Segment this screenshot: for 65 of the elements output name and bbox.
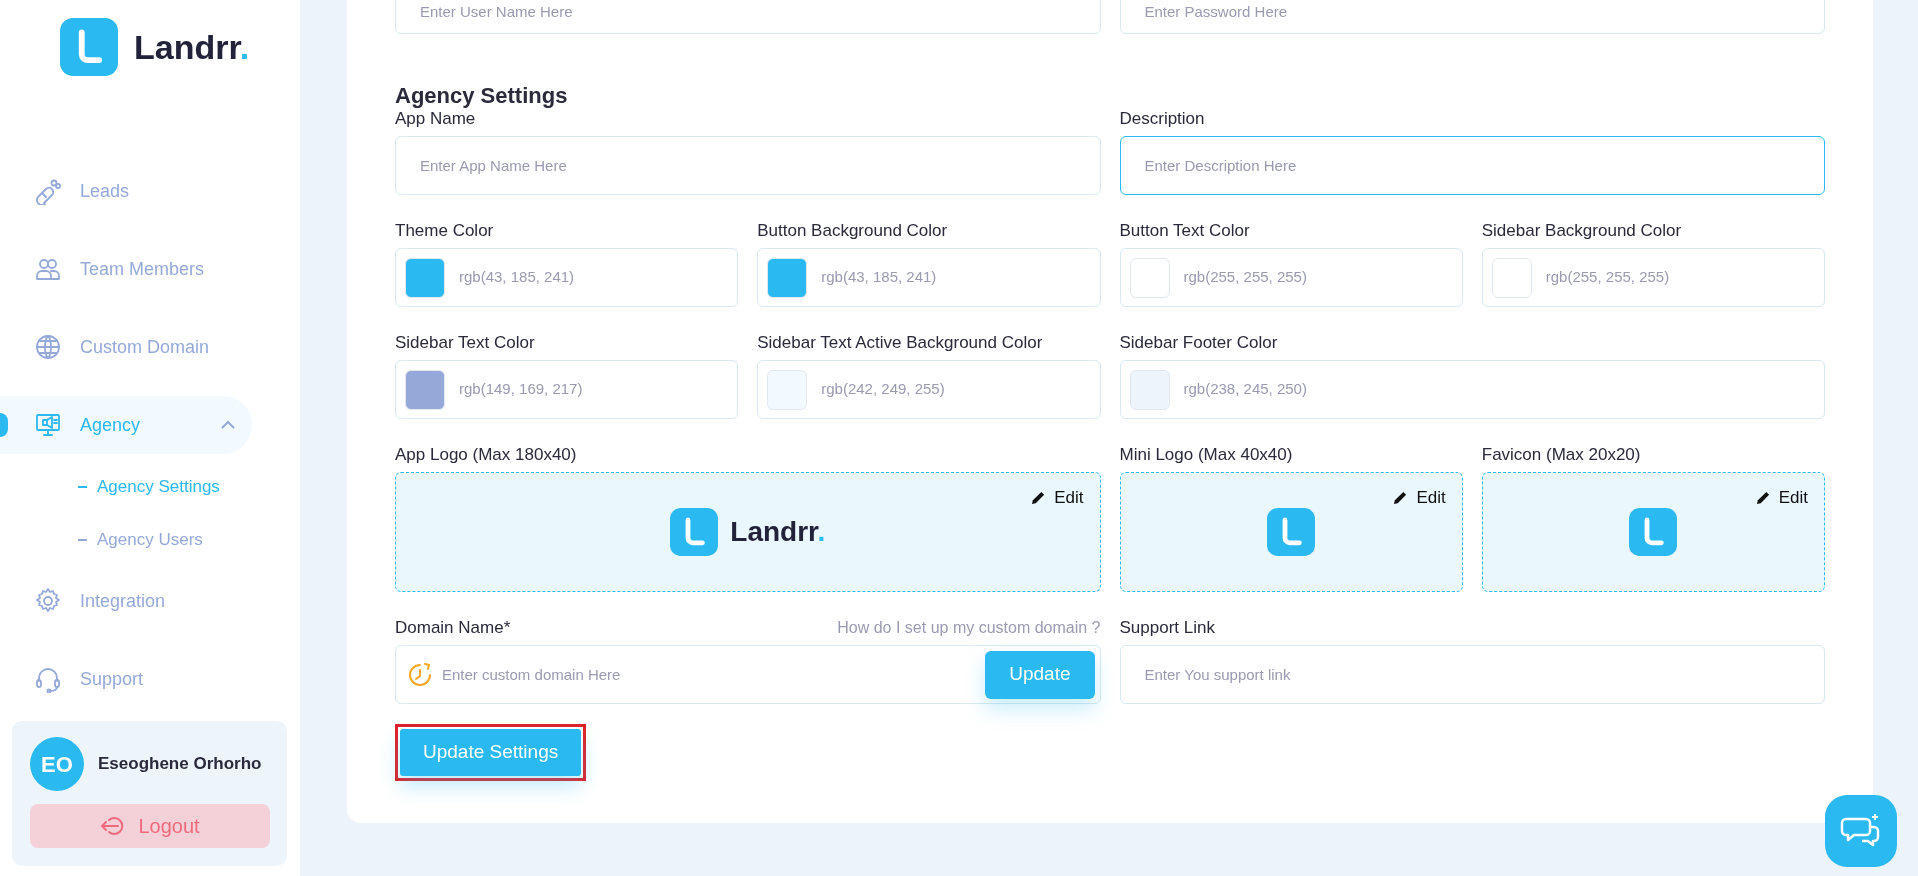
logo-text: Landrr. — [730, 515, 826, 549]
nav-item[interactable]: Agency — [0, 396, 252, 454]
color-input[interactable]: rgb(255, 255, 255) — [1119, 248, 1463, 307]
help-link[interactable]: How do I set up my custom domain ? — [837, 619, 1101, 637]
field-label: Theme Color — [395, 222, 495, 240]
update-settings-button[interactable]: Update Settings — [400, 729, 582, 776]
clock-icon — [406, 660, 434, 689]
domain-input[interactable]: Enter custom domain Here Update — [395, 645, 1101, 704]
logo-icon — [1629, 508, 1678, 556]
edit-button[interactable]: Edit — [1393, 485, 1446, 511]
section-heading: Agency Settings — [395, 82, 569, 110]
globe-icon — [34, 333, 62, 361]
pencil-icon — [1755, 490, 1771, 506]
user-name: Eseoghene Orhorho — [98, 753, 262, 776]
field-label: Sidebar Background Color — [1481, 222, 1683, 240]
field-label: App Logo (Max 180x40) — [395, 446, 578, 464]
headset-icon — [34, 665, 62, 693]
field-label: Favicon (Max 20x20) — [1481, 446, 1642, 464]
field-label: Sidebar Footer Color — [1119, 334, 1279, 352]
color-input[interactable]: rgb(238, 245, 250) — [1119, 360, 1825, 419]
monitor-icon — [34, 411, 62, 439]
logo-icon — [670, 508, 719, 556]
active-indicator — [0, 413, 8, 437]
color-input[interactable]: rgb(149, 169, 217) — [395, 360, 739, 419]
user-avatar: EO — [30, 737, 84, 791]
field-label: Domain Name* — [395, 619, 511, 637]
field-label: Sidebar Text Active Background Color — [757, 334, 1044, 352]
color-value: rgb(255, 255, 255) — [1545, 267, 1670, 288]
logo-icon — [60, 18, 118, 76]
field-label: App Name — [395, 110, 477, 128]
gear-icon — [34, 587, 62, 615]
update-button[interactable]: Update — [985, 650, 1095, 699]
color-value: rgb(242, 249, 255) — [821, 379, 945, 400]
nav-item[interactable]: Support — [0, 650, 252, 708]
color-value: rgb(238, 245, 250) — [1183, 379, 1307, 400]
nav-item[interactable]: Leads — [0, 162, 252, 220]
pencil-icon — [1393, 490, 1409, 506]
chat-button[interactable] — [1825, 795, 1897, 867]
color-input[interactable]: rgb(43, 185, 241) — [395, 248, 739, 307]
edit-button[interactable]: Edit — [1755, 485, 1808, 511]
field-label: Button Background Color — [757, 222, 949, 240]
logo-text: Landrr. — [134, 26, 250, 68]
color-value: rgb(149, 169, 217) — [459, 379, 583, 400]
color-value: rgb(43, 185, 241) — [459, 267, 575, 288]
color-input[interactable]: rgb(242, 249, 255) — [757, 360, 1101, 419]
color-input[interactable]: rgb(255, 255, 255) — [1481, 248, 1825, 307]
field-label: Support Link — [1119, 619, 1216, 637]
nav-item[interactable]: Integration — [0, 572, 252, 630]
logout-icon — [100, 815, 125, 837]
color-value: rgb(255, 255, 255) — [1183, 267, 1307, 288]
nav-item[interactable]: Custom Domain — [0, 318, 252, 376]
color-input[interactable]: rgb(43, 185, 241) — [757, 248, 1101, 307]
edit-button[interactable]: Edit — [1031, 485, 1084, 511]
field-label: Description — [1119, 110, 1206, 128]
logout-button[interactable]: Logout — [30, 804, 270, 848]
submenu-item[interactable]: Agency Settings — [0, 460, 300, 513]
field-label: Mini Logo (Max 40x40) — [1119, 446, 1294, 464]
color-value: rgb(43, 185, 241) — [821, 267, 937, 288]
text-input[interactable]: Enter Description Here — [1119, 136, 1825, 195]
logo-icon — [1267, 508, 1316, 556]
field-label: Sidebar Text Color — [395, 334, 536, 352]
submenu-item[interactable]: Agency Users — [0, 513, 300, 566]
nav-item[interactable]: Team Members — [0, 240, 252, 298]
field-label: Button Text Color — [1119, 222, 1251, 240]
pencil-icon — [1031, 490, 1047, 506]
